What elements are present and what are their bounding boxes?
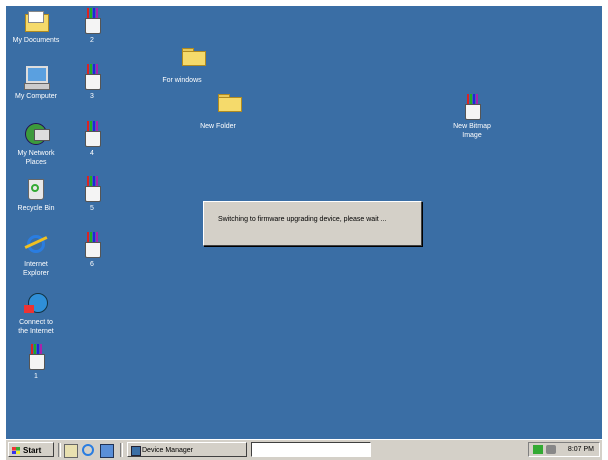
desktop-icon-new-folder[interactable]: New Folder xyxy=(186,94,250,131)
paint-cup-shape xyxy=(85,186,101,202)
paint-cup-shape xyxy=(465,104,481,120)
desktop-icon-label: 3 xyxy=(90,93,94,100)
paint-bitmap-icon xyxy=(78,232,106,258)
show-desktop-icon[interactable] xyxy=(64,444,78,458)
desktop-icon-bitmap-1[interactable]: 1 xyxy=(6,344,68,381)
my-documents-icon xyxy=(22,8,50,34)
my-computer-icon xyxy=(22,64,50,90)
paint-bitmap-icon xyxy=(78,121,106,147)
network-tray-icon[interactable] xyxy=(533,445,543,454)
desktop-icon-bitmap-3[interactable]: 3 xyxy=(60,64,124,101)
desktop-icon-new-bitmap[interactable]: New Bitmap Image xyxy=(440,94,504,140)
device-manager-icon xyxy=(131,446,141,456)
task-label: Device Manager xyxy=(142,447,193,454)
windows-logo-icon xyxy=(12,447,20,454)
folder-icon xyxy=(168,48,206,74)
start-button[interactable]: Start xyxy=(8,442,54,457)
taskbar-task-device-manager[interactable]: Device Manager xyxy=(127,442,247,457)
internet-explorer-icon xyxy=(22,232,50,258)
desktop-icon-label: Connect to the Internet xyxy=(18,319,54,335)
paint-cup-shape xyxy=(85,18,101,34)
desktop-icon-label: 4 xyxy=(90,150,94,157)
desktop-icon-label: My Network Places xyxy=(17,150,55,166)
recycle-bin-icon xyxy=(22,176,50,202)
desktop-icon-internet-explorer[interactable]: Internet Explorer xyxy=(6,232,68,278)
clock[interactable]: 8:07 PM xyxy=(568,446,594,453)
desktop-icon-label: Internet Explorer xyxy=(22,261,50,277)
taskbar-task-empty[interactable] xyxy=(251,442,371,457)
taskbar-divider xyxy=(120,443,123,457)
desktop: My Documents My Computer My Network Plac… xyxy=(6,6,602,439)
desktop-icon-bitmap-5[interactable]: 5 xyxy=(60,176,124,213)
paint-bitmap-icon xyxy=(78,8,106,34)
paint-cup-shape xyxy=(85,242,101,258)
desktop-icon-my-computer[interactable]: My Computer xyxy=(6,64,68,101)
desktop-icon-recycle-bin[interactable]: Recycle Bin xyxy=(6,176,68,213)
dialog-message: Switching to firmware upgrading device, … xyxy=(218,216,387,223)
desktop-icon-network-places[interactable]: My Network Places xyxy=(6,121,68,167)
paint-cup-shape xyxy=(29,354,45,370)
desktop-icon-label: New Folder xyxy=(200,123,236,130)
desktop-icon-bitmap-4[interactable]: 4 xyxy=(60,121,124,158)
desktop-icon-label: 5 xyxy=(90,205,94,212)
desktop-icon-label: New Bitmap Image xyxy=(453,123,491,139)
internet-explorer-icon[interactable] xyxy=(82,444,94,456)
taskbar-divider xyxy=(58,443,61,457)
desktop-icon-label: Recycle Bin xyxy=(17,205,55,212)
paint-cup-shape xyxy=(85,74,101,90)
progress-dialog: Switching to firmware upgrading device, … xyxy=(203,201,422,246)
desktop-icon-bitmap-6[interactable]: 6 xyxy=(60,232,124,269)
paint-bitmap-icon xyxy=(458,94,486,120)
desktop-icon-label: 2 xyxy=(90,37,94,44)
paint-cup-shape xyxy=(85,131,101,147)
outlook-express-icon[interactable] xyxy=(100,444,114,458)
system-tray: 8:07 PM xyxy=(528,442,600,457)
desktop-icon-my-documents[interactable]: My Documents xyxy=(6,8,68,45)
paint-bitmap-icon xyxy=(78,176,106,202)
desktop-icon-bitmap-2[interactable]: 2 xyxy=(60,8,124,45)
paint-bitmap-icon xyxy=(22,344,50,370)
desktop-icon-label: My Documents xyxy=(12,37,60,44)
desktop-icon-label: 6 xyxy=(90,261,94,268)
desktop-icon-label: 1 xyxy=(34,373,38,380)
network-places-icon xyxy=(22,121,50,147)
desktop-icon-connect-internet[interactable]: Connect to the Internet xyxy=(6,290,68,336)
desktop-icon-label: My Computer xyxy=(14,93,57,100)
desktop-icon-for-windows[interactable]: For windows xyxy=(150,48,214,85)
volume-tray-icon[interactable] xyxy=(546,445,556,454)
connect-internet-icon xyxy=(22,290,50,316)
desktop-icon-label: For windows xyxy=(162,77,202,84)
start-label: Start xyxy=(23,446,42,455)
taskbar: Start Device Manager 8:07 PM xyxy=(6,439,602,460)
paint-bitmap-icon xyxy=(78,64,106,90)
folder-icon xyxy=(204,94,242,120)
